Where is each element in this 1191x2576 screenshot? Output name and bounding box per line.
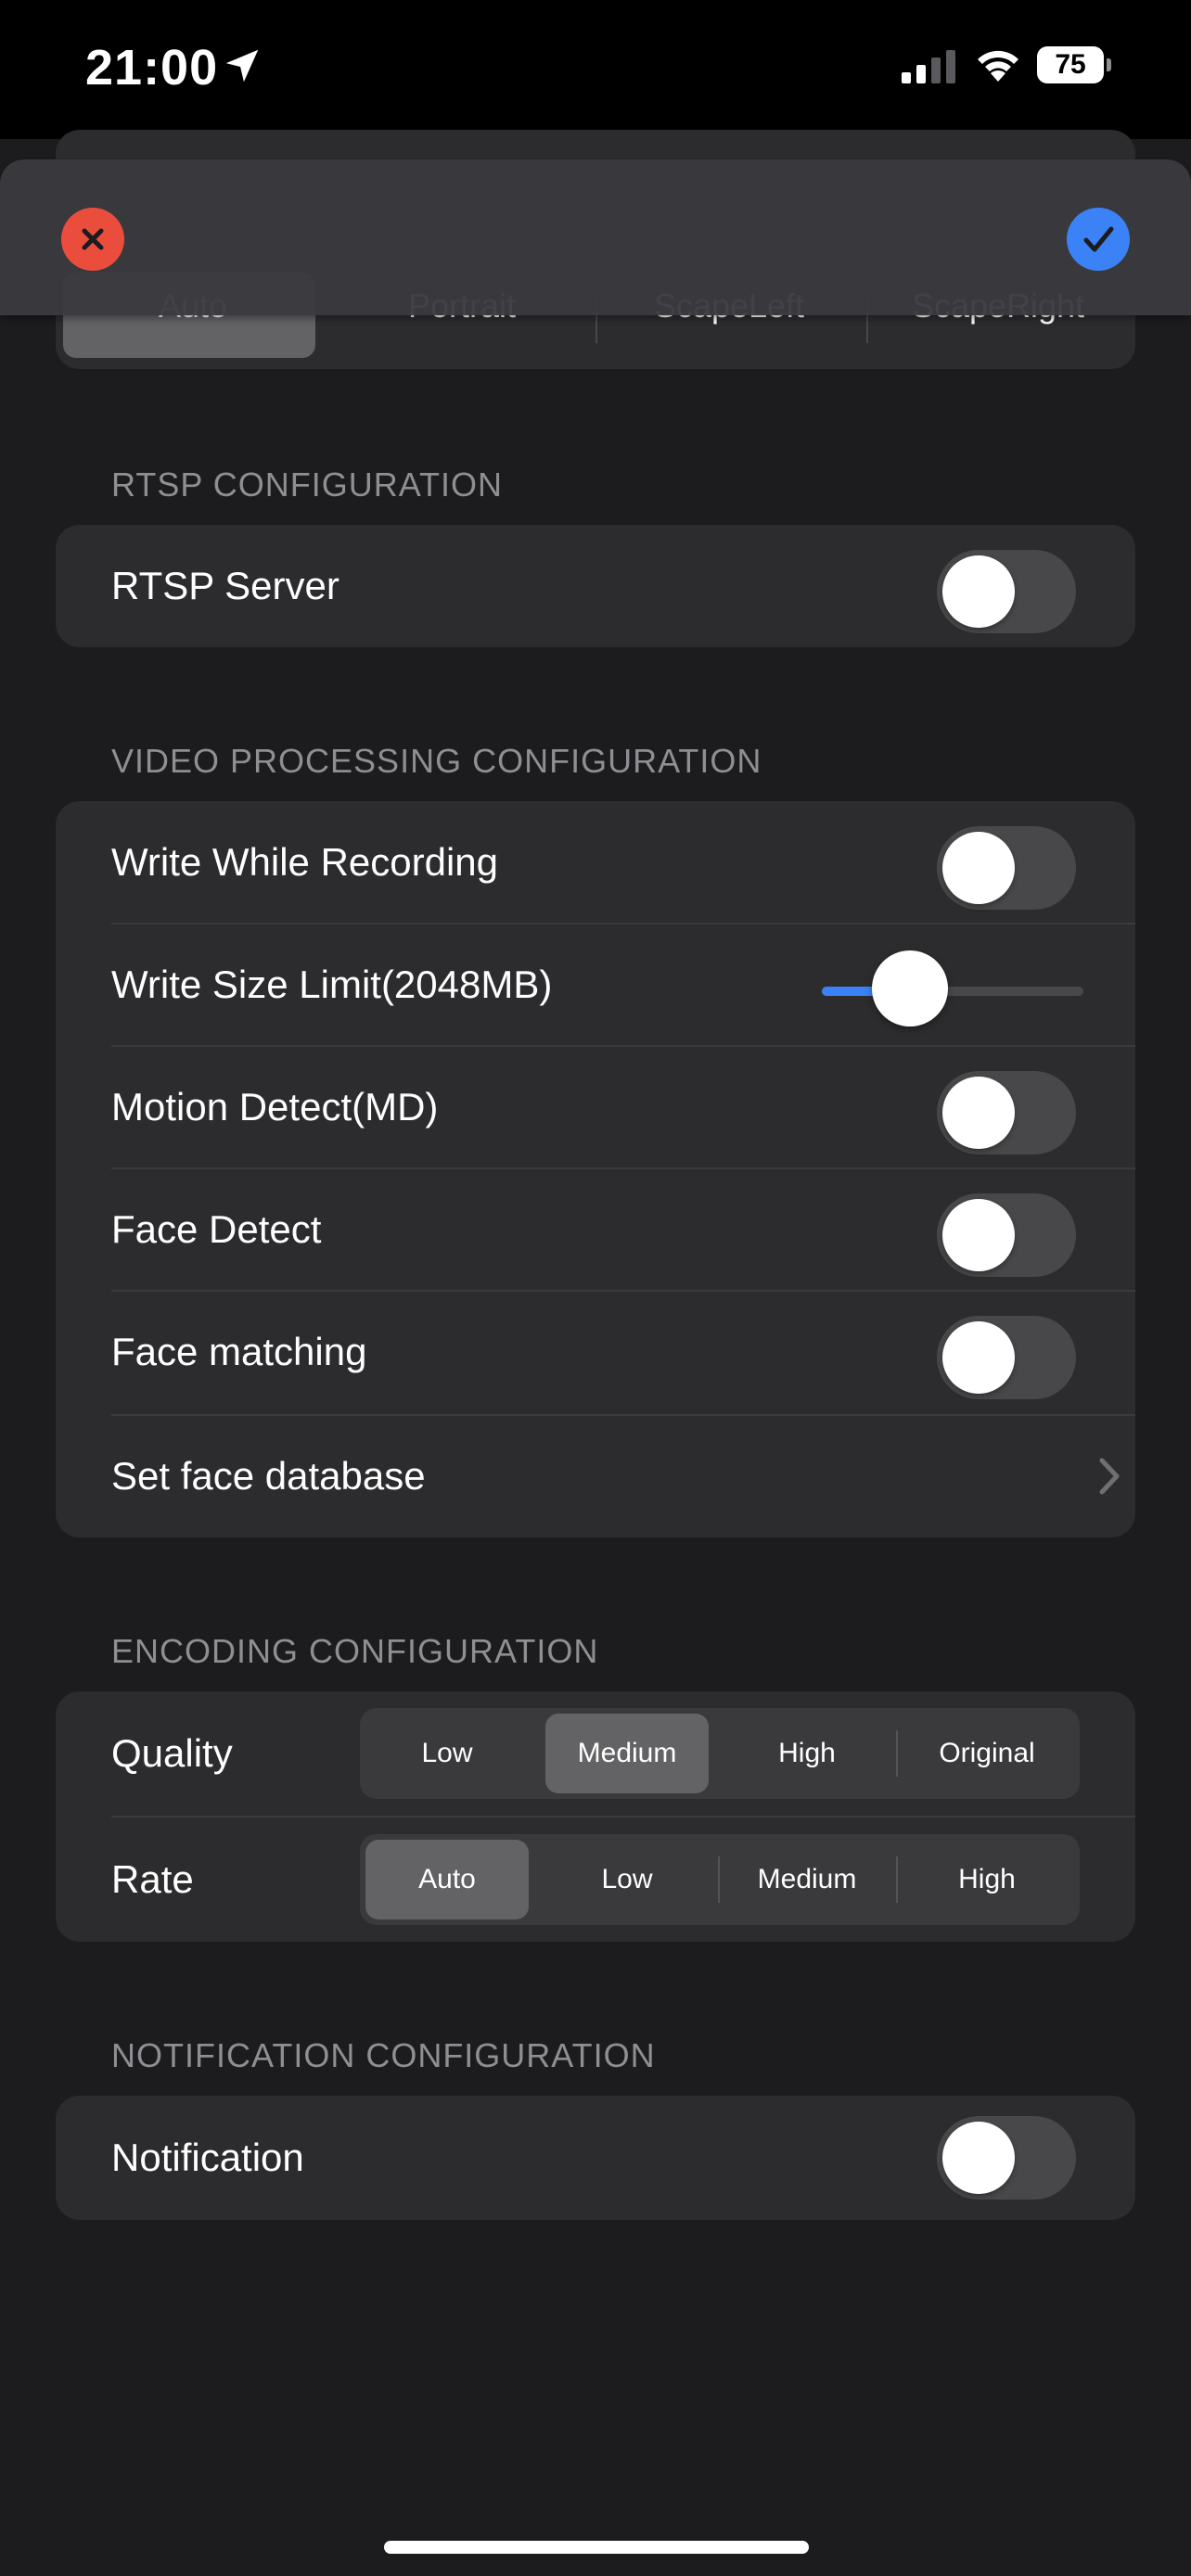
notification-row: Notification xyxy=(56,2096,1135,2220)
location-arrow-icon xyxy=(225,49,259,83)
checkmark-icon xyxy=(1083,226,1114,252)
rate-segmented-control[interactable]: Auto Low Medium High xyxy=(360,1834,1080,1925)
quality-segmented-control[interactable]: Low Medium High Original xyxy=(360,1708,1080,1799)
notification-toggle[interactable] xyxy=(937,2116,1076,2200)
write-size-limit-slider[interactable] xyxy=(809,950,1132,1027)
rtsp-server-toggle[interactable] xyxy=(937,550,1076,633)
confirm-button[interactable] xyxy=(1067,208,1130,271)
face-matching-row: Face matching xyxy=(56,1291,1135,1413)
notification-section-header: NOTIFICATION CONFIGURATION xyxy=(111,2036,656,2074)
rate-option-low[interactable]: Low xyxy=(545,1840,709,1919)
write-size-limit-row: Write Size Limit(2048MB) xyxy=(56,924,1135,1046)
home-indicator[interactable] xyxy=(384,2541,809,2554)
slider-thumb[interactable] xyxy=(872,950,949,1027)
rate-option-medium[interactable]: Medium xyxy=(725,1840,889,1919)
face-detect-row: Face Detect xyxy=(56,1168,1135,1291)
face-detect-toggle[interactable] xyxy=(937,1193,1076,1277)
battery-level: 75 xyxy=(1037,46,1104,83)
battery-icon: 75 xyxy=(1037,46,1113,83)
face-detect-label: Face Detect xyxy=(111,1207,322,1251)
close-icon xyxy=(82,228,104,250)
rtsp-server-row: RTSP Server xyxy=(56,525,1135,647)
face-matching-label: Face matching xyxy=(111,1330,367,1373)
write-while-recording-toggle[interactable] xyxy=(937,826,1076,910)
set-face-database-label: Set face database xyxy=(111,1454,426,1498)
face-matching-toggle[interactable] xyxy=(937,1316,1076,1399)
quality-option-high[interactable]: High xyxy=(725,1714,889,1793)
write-size-limit-label: Write Size Limit(2048MB) xyxy=(111,963,553,1006)
encoding-section-header: ENCODING CONFIGURATION xyxy=(111,1632,599,1670)
rate-option-auto[interactable]: Auto xyxy=(365,1840,529,1919)
chevron-right-icon xyxy=(1099,1458,1120,1495)
status-bar: 21:00 75 xyxy=(0,0,1191,139)
notification-group: Notification xyxy=(56,2096,1135,2220)
rtsp-section-header: RTSP CONFIGURATION xyxy=(111,465,504,504)
motion-detect-row: Motion Detect(MD) xyxy=(56,1046,1135,1168)
write-while-recording-row: Write While Recording xyxy=(56,801,1135,924)
quality-label: Quality xyxy=(111,1731,233,1775)
top-toolbar xyxy=(0,159,1191,315)
rtsp-group: RTSP Server xyxy=(56,525,1135,647)
rate-row: Rate Auto Low Medium High xyxy=(56,1817,1135,1942)
video-section-header: VIDEO PROCESSING CONFIGURATION xyxy=(111,742,762,780)
wifi-icon xyxy=(978,50,1018,82)
rtsp-server-label: RTSP Server xyxy=(111,564,339,607)
rate-option-high[interactable]: High xyxy=(905,1840,1069,1919)
motion-detect-label: Motion Detect(MD) xyxy=(111,1085,439,1129)
cancel-button[interactable] xyxy=(61,208,124,271)
notification-label: Notification xyxy=(111,2136,304,2179)
quality-row: Quality Low Medium High Original xyxy=(56,1691,1135,1816)
video-group: Write While Recording Write Size Limit(2… xyxy=(56,801,1135,1537)
rate-label: Rate xyxy=(111,1857,194,1901)
status-time: 21:00 xyxy=(85,40,219,96)
quality-option-low[interactable]: Low xyxy=(365,1714,529,1793)
quality-option-original[interactable]: Original xyxy=(905,1714,1069,1793)
encoding-group: Quality Low Medium High Original Rate Au… xyxy=(56,1691,1135,1942)
set-face-database-row[interactable]: Set face database xyxy=(56,1415,1135,1537)
cellular-signal-icon xyxy=(902,50,955,83)
write-while-recording-label: Write While Recording xyxy=(111,840,499,884)
quality-option-medium[interactable]: Medium xyxy=(545,1714,709,1793)
motion-detect-toggle[interactable] xyxy=(937,1071,1076,1154)
